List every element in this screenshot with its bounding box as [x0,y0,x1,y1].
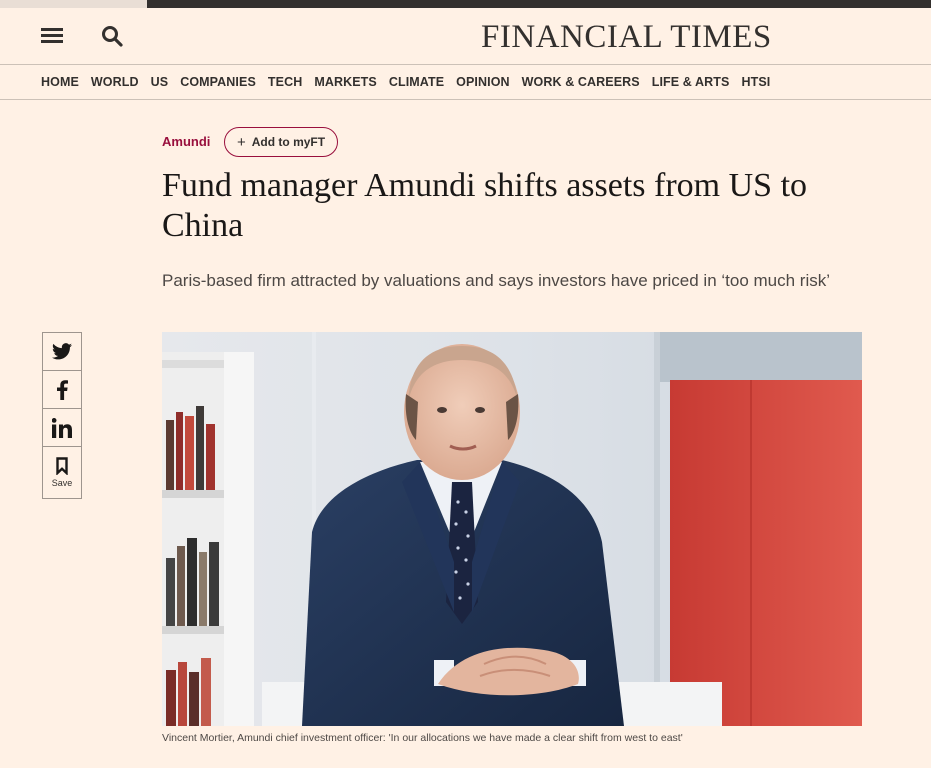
article-headline: Fund manager Amundi shifts assets from U… [162,167,808,244]
nav-item-world[interactable]: WORLD [91,75,139,89]
add-to-myft-label: Add to myFT [251,135,326,149]
plus-icon: + [237,133,246,151]
nav-item-life-arts[interactable]: LIFE & ARTS [652,75,730,89]
nav-item-htsi[interactable]: HTSI [741,75,770,89]
share-twitter-button[interactable] [42,332,82,371]
search-icon[interactable] [101,25,123,47]
add-to-myft-button[interactable]: + Add to myFT [224,127,339,157]
article-standfirst: Paris-based firm attracted by valuations… [162,271,831,290]
nav-item-markets[interactable]: MARKETS [314,75,377,89]
image-caption: Vincent Mortier, Amundi chief investment… [162,732,683,744]
twitter-icon [52,343,72,360]
top-bar-highlight [0,0,147,8]
facebook-icon [56,379,68,400]
save-article-button[interactable]: Save [42,446,82,499]
linkedin-icon [52,417,72,438]
masthead-logo[interactable]: FINANCIAL TIMES [481,17,783,57]
nav-item-home[interactable]: HOME [41,75,79,89]
article-main-image [162,332,862,726]
nav-item-tech[interactable]: TECH [268,75,302,89]
nav-item-opinion[interactable]: OPINION [456,75,509,89]
share-toolbar: Save [42,332,82,499]
share-facebook-button[interactable] [42,370,82,409]
topic-tag-link[interactable]: Amundi [162,134,210,149]
nav-item-us[interactable]: US [151,75,169,89]
nav-item-companies[interactable]: COMPANIES [180,75,256,89]
share-linkedin-button[interactable] [42,408,82,447]
bookmark-icon [56,457,68,475]
hamburger-menu-icon[interactable] [41,27,63,45]
save-label: Save [51,478,73,488]
nav-item-work-careers[interactable]: WORK & CAREERS [522,75,640,89]
main-navigation: HOME WORLD US COMPANIES TECH MARKETS CLI… [0,64,931,100]
nav-item-climate[interactable]: CLIMATE [389,75,444,89]
site-header: FINANCIAL TIMES [0,8,931,64]
